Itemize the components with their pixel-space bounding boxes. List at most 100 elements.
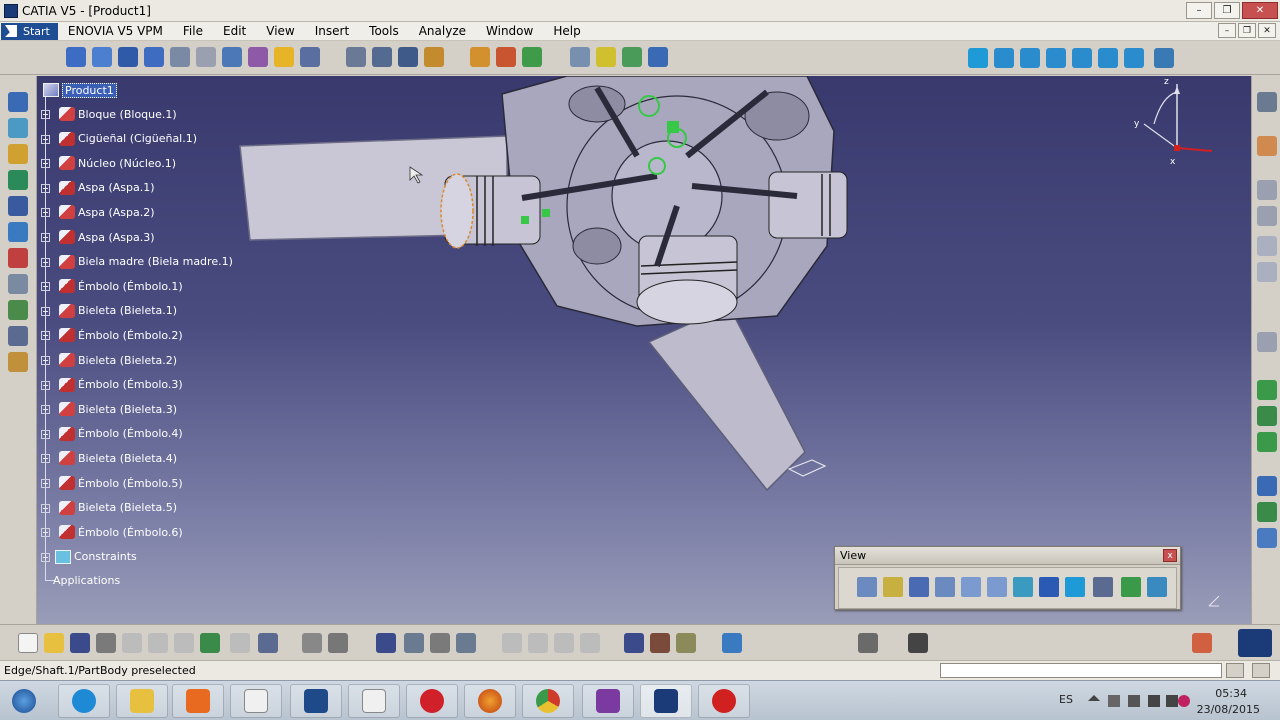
view-back-icon[interactable]: [1020, 48, 1040, 68]
tree-expander[interactable]: [41, 429, 50, 439]
hand-icon[interactable]: [1257, 332, 1277, 352]
taskbar-internet-explorer[interactable]: [58, 684, 110, 718]
constraint-contact-icon[interactable]: [8, 118, 28, 138]
product-init-icon[interactable]: [1257, 476, 1277, 496]
multi-view-icon[interactable]: [1039, 577, 1059, 597]
symmetry-icon[interactable]: [528, 633, 548, 653]
grid-icon[interactable]: [1192, 633, 1212, 653]
tree-expander[interactable]: [41, 479, 50, 488]
thread-icon[interactable]: [650, 633, 670, 653]
measure-icon[interactable]: [1257, 92, 1277, 112]
tree-item[interactable]: Bieleta (Bieleta.5): [59, 499, 177, 517]
tree-item[interactable]: Bloque (Bloque.1): [59, 105, 177, 123]
menu-insert[interactable]: Insert: [305, 23, 359, 40]
multi-instantiation-icon[interactable]: [248, 47, 268, 67]
hide-show-icon[interactable]: [1121, 577, 1141, 597]
tree-item[interactable]: Émbolo (Émbolo.5): [59, 474, 183, 492]
tree-item[interactable]: Bieleta (Bieleta.2): [59, 351, 177, 369]
stop-manipulate-icon[interactable]: [424, 47, 444, 67]
taskbar-recorder[interactable]: [698, 684, 750, 718]
view-toolbar-titlebar[interactable]: View x: [835, 547, 1180, 565]
compass-widget[interactable]: z y x: [1122, 76, 1212, 166]
whats-this-icon[interactable]: [258, 633, 278, 653]
taskbar-media-player[interactable]: [172, 684, 224, 718]
tree-expander[interactable]: [41, 503, 50, 513]
tree-item[interactable]: Núcleo (Núcleo.1): [59, 154, 176, 172]
cursor-icon[interactable]: [1257, 136, 1277, 156]
tree-expander[interactable]: [41, 159, 50, 169]
restore-button[interactable]: ❐: [1214, 2, 1240, 19]
split-icon[interactable]: [624, 633, 644, 653]
tree-expander[interactable]: [41, 257, 50, 267]
antivirus-icon[interactable]: [1178, 695, 1190, 707]
language-indicator[interactable]: ES: [1059, 693, 1073, 706]
view-bottom-icon[interactable]: [1124, 48, 1144, 68]
fix-together-icon[interactable]: [8, 222, 28, 242]
constraint-offset-icon[interactable]: [8, 144, 28, 164]
pencil-icon[interactable]: [196, 47, 216, 67]
quick-constraint-icon[interactable]: [8, 248, 28, 268]
view-front-icon[interactable]: [994, 48, 1014, 68]
tree-item[interactable]: Émbolo (Émbolo.1): [59, 277, 183, 295]
tree-constraints[interactable]: Constraints: [55, 548, 137, 566]
tree-expander[interactable]: [41, 134, 50, 144]
tree-expander[interactable]: [41, 208, 50, 218]
scenes-icon[interactable]: [570, 47, 590, 67]
part-icon[interactable]: [118, 47, 138, 67]
taskbar-onenote[interactable]: [582, 684, 634, 718]
import-icon[interactable]: [858, 633, 878, 653]
tree-item[interactable]: Aspa (Aspa.3): [59, 228, 155, 246]
taskbar-checkmark-app[interactable]: [290, 684, 342, 718]
catalog-browser-icon[interactable]: [1257, 380, 1277, 400]
constraint-coincidence-icon[interactable]: [8, 92, 28, 112]
manipulation-icon[interactable]: [346, 47, 366, 67]
tree-item[interactable]: Aspa (Aspa.1): [59, 179, 155, 197]
print-icon[interactable]: [96, 633, 116, 653]
comment-icon[interactable]: [328, 633, 348, 653]
tree-expander[interactable]: [41, 233, 50, 242]
start-menu-button[interactable]: Start: [1, 22, 58, 40]
sectioning-icon[interactable]: [496, 47, 516, 67]
taskbar-opera[interactable]: [406, 684, 458, 718]
shading-icon[interactable]: [1093, 577, 1113, 597]
reorder-icon[interactable]: [300, 47, 320, 67]
lock-icon[interactable]: [430, 633, 450, 653]
tree-expander[interactable]: [41, 405, 50, 415]
graph-tree-icon[interactable]: [222, 47, 242, 67]
doc-restore-button[interactable]: ❐: [1238, 23, 1256, 38]
taskbar-file-explorer[interactable]: [116, 684, 168, 718]
existing-component-icon[interactable]: [144, 47, 164, 67]
view-right-icon[interactable]: [1072, 48, 1092, 68]
command-input[interactable]: [940, 663, 1222, 678]
menu-tools[interactable]: Tools: [359, 23, 409, 40]
save-icon[interactable]: [70, 633, 90, 653]
tree-item[interactable]: Émbolo (Émbolo.6): [59, 523, 183, 541]
tree-applications[interactable]: Applications: [53, 572, 120, 590]
annotation-icon[interactable]: [8, 274, 28, 294]
tree-item[interactable]: Aspa (Aspa.2): [59, 203, 155, 221]
save-management-icon[interactable]: [1257, 502, 1277, 522]
taskbar-chrome[interactable]: [522, 684, 574, 718]
constraints-expander[interactable]: [41, 552, 50, 562]
catalog-icon[interactable]: [622, 47, 642, 67]
hierarchy-icon[interactable]: [456, 633, 476, 653]
view-left-icon[interactable]: [1046, 48, 1066, 68]
tree-expander[interactable]: [41, 282, 50, 292]
tree-item[interactable]: Biela madre (Biela madre.1): [59, 253, 233, 271]
product-icon[interactable]: [66, 47, 86, 67]
redo-icon[interactable]: [230, 633, 250, 653]
clash-icon[interactable]: [470, 47, 490, 67]
sketch-icon[interactable]: [1257, 262, 1277, 282]
named-views-icon[interactable]: [1154, 48, 1174, 68]
component-icon[interactable]: [92, 47, 112, 67]
tree-item[interactable]: Bieleta (Bieleta.1): [59, 302, 177, 320]
flag-icon[interactable]: [1128, 695, 1140, 707]
doc-minimize-button[interactable]: –: [1218, 23, 1236, 38]
menu-file[interactable]: File: [173, 23, 213, 40]
3d-viewport[interactable]: Product1 Bloque (Bloque.1) Cigüeñal (Cigü…: [37, 76, 1251, 624]
change-constraint-icon[interactable]: [8, 326, 28, 346]
open-folder-icon[interactable]: [44, 633, 64, 653]
menu-analyze[interactable]: Analyze: [409, 23, 476, 40]
cut-icon[interactable]: [122, 633, 142, 653]
tree-item[interactable]: Émbolo (Émbolo.3): [59, 376, 183, 394]
